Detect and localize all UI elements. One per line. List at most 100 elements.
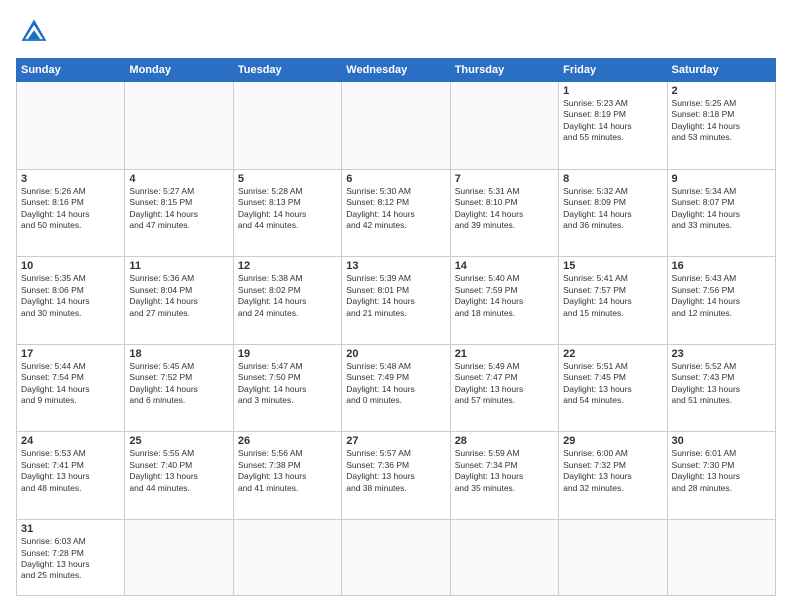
- day-cell: [559, 520, 667, 596]
- day-cell: 17Sunrise: 5:44 AMSunset: 7:54 PMDayligh…: [17, 344, 125, 432]
- week-row-3: 10Sunrise: 5:35 AMSunset: 8:06 PMDayligh…: [17, 257, 776, 345]
- day-number: 7: [455, 173, 554, 185]
- day-info: Sunrise: 5:49 AMSunset: 7:47 PMDaylight:…: [455, 361, 554, 407]
- day-info: Sunrise: 5:56 AMSunset: 7:38 PMDaylight:…: [238, 448, 337, 494]
- day-cell: 13Sunrise: 5:39 AMSunset: 8:01 PMDayligh…: [342, 257, 450, 345]
- week-row-1: 1Sunrise: 5:23 AMSunset: 8:19 PMDaylight…: [17, 82, 776, 170]
- day-info: Sunrise: 5:43 AMSunset: 7:56 PMDaylight:…: [672, 273, 771, 319]
- header: [16, 16, 776, 48]
- day-info: Sunrise: 5:34 AMSunset: 8:07 PMDaylight:…: [672, 186, 771, 232]
- day-info: Sunrise: 5:30 AMSunset: 8:12 PMDaylight:…: [346, 186, 445, 232]
- day-number: 11: [129, 260, 228, 272]
- day-info: Sunrise: 5:31 AMSunset: 8:10 PMDaylight:…: [455, 186, 554, 232]
- day-number: 28: [455, 435, 554, 447]
- day-info: Sunrise: 5:44 AMSunset: 7:54 PMDaylight:…: [21, 361, 120, 407]
- day-cell: 26Sunrise: 5:56 AMSunset: 7:38 PMDayligh…: [233, 432, 341, 520]
- day-number: 1: [563, 85, 662, 97]
- day-cell: 31Sunrise: 6:03 AMSunset: 7:28 PMDayligh…: [17, 520, 125, 596]
- day-cell: 27Sunrise: 5:57 AMSunset: 7:36 PMDayligh…: [342, 432, 450, 520]
- day-cell: 22Sunrise: 5:51 AMSunset: 7:45 PMDayligh…: [559, 344, 667, 432]
- day-cell: 23Sunrise: 5:52 AMSunset: 7:43 PMDayligh…: [667, 344, 775, 432]
- weekday-header-row: SundayMondayTuesdayWednesdayThursdayFrid…: [17, 59, 776, 82]
- day-info: Sunrise: 5:55 AMSunset: 7:40 PMDaylight:…: [129, 448, 228, 494]
- day-number: 8: [563, 173, 662, 185]
- day-info: Sunrise: 6:00 AMSunset: 7:32 PMDaylight:…: [563, 448, 662, 494]
- day-number: 13: [346, 260, 445, 272]
- day-number: 24: [21, 435, 120, 447]
- day-info: Sunrise: 5:47 AMSunset: 7:50 PMDaylight:…: [238, 361, 337, 407]
- weekday-header-wednesday: Wednesday: [342, 59, 450, 82]
- day-info: Sunrise: 5:51 AMSunset: 7:45 PMDaylight:…: [563, 361, 662, 407]
- logo-icon: [18, 16, 50, 48]
- day-number: 29: [563, 435, 662, 447]
- day-info: Sunrise: 6:03 AMSunset: 7:28 PMDaylight:…: [21, 536, 120, 582]
- day-cell: 19Sunrise: 5:47 AMSunset: 7:50 PMDayligh…: [233, 344, 341, 432]
- day-info: Sunrise: 5:27 AMSunset: 8:15 PMDaylight:…: [129, 186, 228, 232]
- day-number: 3: [21, 173, 120, 185]
- day-info: Sunrise: 5:40 AMSunset: 7:59 PMDaylight:…: [455, 273, 554, 319]
- day-cell: [342, 520, 450, 596]
- day-info: Sunrise: 5:26 AMSunset: 8:16 PMDaylight:…: [21, 186, 120, 232]
- weekday-header-sunday: Sunday: [17, 59, 125, 82]
- day-cell: 25Sunrise: 5:55 AMSunset: 7:40 PMDayligh…: [125, 432, 233, 520]
- week-row-4: 17Sunrise: 5:44 AMSunset: 7:54 PMDayligh…: [17, 344, 776, 432]
- weekday-header-tuesday: Tuesday: [233, 59, 341, 82]
- weekday-header-monday: Monday: [125, 59, 233, 82]
- day-info: Sunrise: 5:23 AMSunset: 8:19 PMDaylight:…: [563, 98, 662, 144]
- day-info: Sunrise: 5:53 AMSunset: 7:41 PMDaylight:…: [21, 448, 120, 494]
- day-cell: 14Sunrise: 5:40 AMSunset: 7:59 PMDayligh…: [450, 257, 558, 345]
- day-cell: [667, 520, 775, 596]
- day-info: Sunrise: 5:57 AMSunset: 7:36 PMDaylight:…: [346, 448, 445, 494]
- day-cell: 11Sunrise: 5:36 AMSunset: 8:04 PMDayligh…: [125, 257, 233, 345]
- day-number: 25: [129, 435, 228, 447]
- day-number: 23: [672, 348, 771, 360]
- day-cell: 8Sunrise: 5:32 AMSunset: 8:09 PMDaylight…: [559, 169, 667, 257]
- day-cell: 16Sunrise: 5:43 AMSunset: 7:56 PMDayligh…: [667, 257, 775, 345]
- day-info: Sunrise: 5:28 AMSunset: 8:13 PMDaylight:…: [238, 186, 337, 232]
- day-number: 18: [129, 348, 228, 360]
- day-cell: 3Sunrise: 5:26 AMSunset: 8:16 PMDaylight…: [17, 169, 125, 257]
- day-info: Sunrise: 5:45 AMSunset: 7:52 PMDaylight:…: [129, 361, 228, 407]
- day-number: 20: [346, 348, 445, 360]
- day-info: Sunrise: 5:48 AMSunset: 7:49 PMDaylight:…: [346, 361, 445, 407]
- day-info: Sunrise: 5:39 AMSunset: 8:01 PMDaylight:…: [346, 273, 445, 319]
- weekday-header-friday: Friday: [559, 59, 667, 82]
- day-info: Sunrise: 5:32 AMSunset: 8:09 PMDaylight:…: [563, 186, 662, 232]
- day-cell: 24Sunrise: 5:53 AMSunset: 7:41 PMDayligh…: [17, 432, 125, 520]
- day-info: Sunrise: 5:36 AMSunset: 8:04 PMDaylight:…: [129, 273, 228, 319]
- day-number: 9: [672, 173, 771, 185]
- day-number: 16: [672, 260, 771, 272]
- day-cell: 30Sunrise: 6:01 AMSunset: 7:30 PMDayligh…: [667, 432, 775, 520]
- day-cell: 2Sunrise: 5:25 AMSunset: 8:18 PMDaylight…: [667, 82, 775, 170]
- day-cell: [450, 520, 558, 596]
- day-cell: 9Sunrise: 5:34 AMSunset: 8:07 PMDaylight…: [667, 169, 775, 257]
- week-row-5: 24Sunrise: 5:53 AMSunset: 7:41 PMDayligh…: [17, 432, 776, 520]
- day-number: 31: [21, 523, 120, 535]
- day-number: 12: [238, 260, 337, 272]
- day-cell: [233, 520, 341, 596]
- day-info: Sunrise: 5:35 AMSunset: 8:06 PMDaylight:…: [21, 273, 120, 319]
- day-number: 22: [563, 348, 662, 360]
- day-number: 14: [455, 260, 554, 272]
- day-cell: 20Sunrise: 5:48 AMSunset: 7:49 PMDayligh…: [342, 344, 450, 432]
- page: SundayMondayTuesdayWednesdayThursdayFrid…: [0, 0, 792, 612]
- day-cell: 4Sunrise: 5:27 AMSunset: 8:15 PMDaylight…: [125, 169, 233, 257]
- day-number: 21: [455, 348, 554, 360]
- day-number: 17: [21, 348, 120, 360]
- day-cell: 21Sunrise: 5:49 AMSunset: 7:47 PMDayligh…: [450, 344, 558, 432]
- day-number: 15: [563, 260, 662, 272]
- day-number: 5: [238, 173, 337, 185]
- day-cell: [125, 82, 233, 170]
- day-info: Sunrise: 5:41 AMSunset: 7:57 PMDaylight:…: [563, 273, 662, 319]
- day-cell: [342, 82, 450, 170]
- week-row-2: 3Sunrise: 5:26 AMSunset: 8:16 PMDaylight…: [17, 169, 776, 257]
- day-cell: 15Sunrise: 5:41 AMSunset: 7:57 PMDayligh…: [559, 257, 667, 345]
- day-cell: [17, 82, 125, 170]
- day-info: Sunrise: 6:01 AMSunset: 7:30 PMDaylight:…: [672, 448, 771, 494]
- day-number: 30: [672, 435, 771, 447]
- day-number: 2: [672, 85, 771, 97]
- day-cell: 29Sunrise: 6:00 AMSunset: 7:32 PMDayligh…: [559, 432, 667, 520]
- logo: [16, 16, 50, 48]
- day-number: 19: [238, 348, 337, 360]
- day-cell: [450, 82, 558, 170]
